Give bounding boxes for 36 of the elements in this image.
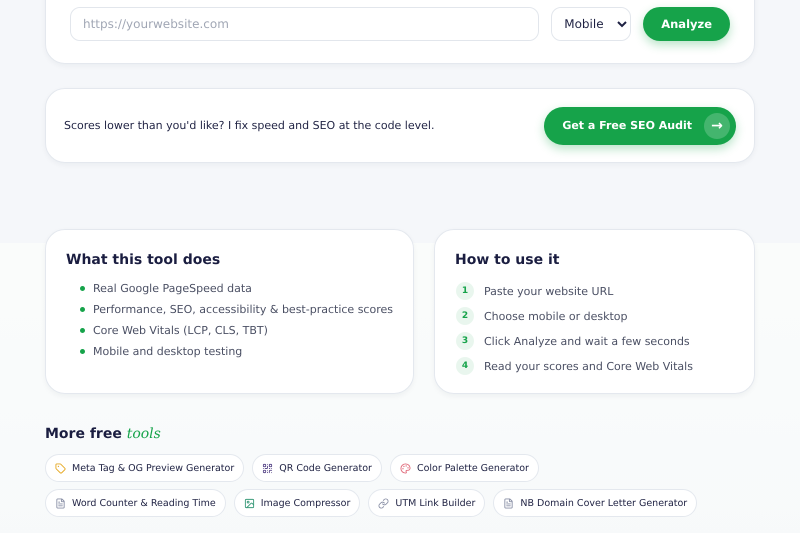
bullet-icon [80,328,85,333]
step-text: Choose mobile or desktop [484,310,628,322]
qr-code-icon [262,462,274,474]
tool-link[interactable]: UTM Link Builder [368,489,486,517]
tool-link[interactable]: Color Palette Generator [390,454,539,482]
device-select[interactable]: Mobile [551,7,632,41]
section-title: More free tools [45,426,162,442]
tag-icon [55,462,66,474]
document-icon [503,498,514,508]
image-icon [244,498,255,508]
bullet-icon [80,286,85,291]
step-text: Paste your website URL [484,284,614,298]
card-title: How to use it [454,252,560,268]
tool-link[interactable]: QR Code Generator [252,454,382,482]
step-number: 2 [456,307,474,325]
feature-text: Performance, SEO, accessibility & best-practice scores [93,303,393,316]
bullet-icon [80,307,85,312]
document-icon [55,498,66,508]
step-number: 1 [456,282,474,300]
card-title: What this tool does [66,252,222,268]
link-icon [378,498,390,508]
step-number: 3 [456,332,474,350]
step-text: Read your scores and Core Web Vitals [484,360,693,372]
tool-link[interactable]: Word Counter & Reading Time [45,489,226,517]
cta-text: Scores lower than you'd like? I fix speed and SEO at the code level. [64,119,434,132]
palette-icon [400,462,411,474]
url-input-field[interactable]: https://yourwebsite.com [70,7,540,41]
tool-link[interactable]: Meta Tag & OG Preview Generator [45,454,244,482]
feature-text: Core Web Vitals (LCP, CLS, TBT) [93,324,268,337]
tool-link[interactable]: Image Compressor [234,489,360,517]
bullet-icon [80,349,85,354]
feature-text: Real Google PageSpeed data [93,282,252,295]
step-number: 4 [456,357,474,375]
step-text: Click Analyze and wait a few seconds [484,334,690,348]
feature-text: Mobile and desktop testing [93,345,242,358]
tool-link[interactable]: NB Domain Cover Letter Generator [493,489,698,517]
